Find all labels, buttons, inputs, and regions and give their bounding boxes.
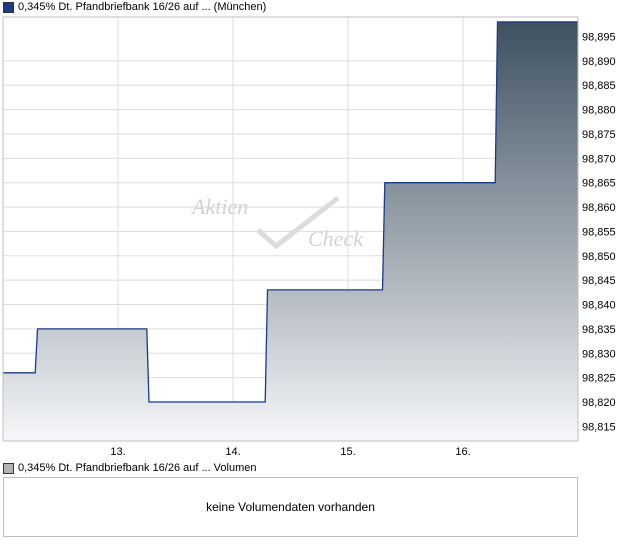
y-tick-label-11: 98,870: [582, 153, 616, 165]
watermark-line1: Aktien: [190, 194, 248, 219]
y-tick-label-14: 98,885: [582, 80, 616, 92]
volume-legend: 0,345% Dt. Pfandbriefbank 16/26 auf ... …: [3, 461, 257, 475]
y-tick-label-6: 98,845: [582, 275, 616, 287]
y-tick-label-10: 98,865: [582, 178, 616, 190]
x-tick-label-0: 13.: [110, 446, 125, 458]
watermark-logo: Aktien Check: [190, 194, 364, 251]
y-tick-label-0: 98,815: [582, 421, 616, 433]
volume-legend-label: 0,345% Dt. Pfandbriefbank 16/26 auf ... …: [18, 462, 257, 474]
y-tick-label-12: 98,875: [582, 129, 616, 141]
y-tick-label-4: 98,835: [582, 324, 616, 336]
y-tick-label-16: 98,895: [582, 31, 616, 43]
x-tick-label-3: 16.: [455, 446, 470, 458]
y-axis: 98,815 98,820 98,825 98,830 98,835 98,840 98,8…: [582, 31, 616, 433]
volume-empty-message: keine Volumendaten vorhanden: [206, 500, 375, 514]
x-tick-label-1: 14.: [225, 446, 240, 458]
y-tick-label-8: 98,855: [582, 226, 616, 238]
y-tick-label-13: 98,880: [582, 105, 616, 117]
y-tick-label-15: 98,890: [582, 56, 616, 68]
y-tick-label-5: 98,840: [582, 300, 616, 312]
price-chart: Aktien Check 98,81598,82098,82598,83098,…: [2, 16, 616, 458]
x-tick-label-2: 15.: [340, 446, 355, 458]
watermark-line2: Check: [308, 226, 364, 251]
y-tick-label-7: 98,850: [582, 251, 616, 263]
y-tick-label-3: 98,830: [582, 348, 616, 360]
y-tick-label-9: 98,860: [582, 202, 616, 214]
y-tick-label-1: 98,820: [582, 397, 616, 409]
volume-legend-swatch: [3, 462, 14, 474]
x-axis: 13. 14. 15. 16.: [110, 446, 470, 458]
volume-panel: keine Volumendaten vorhanden: [3, 477, 578, 537]
y-tick-label-2: 98,825: [582, 373, 616, 385]
